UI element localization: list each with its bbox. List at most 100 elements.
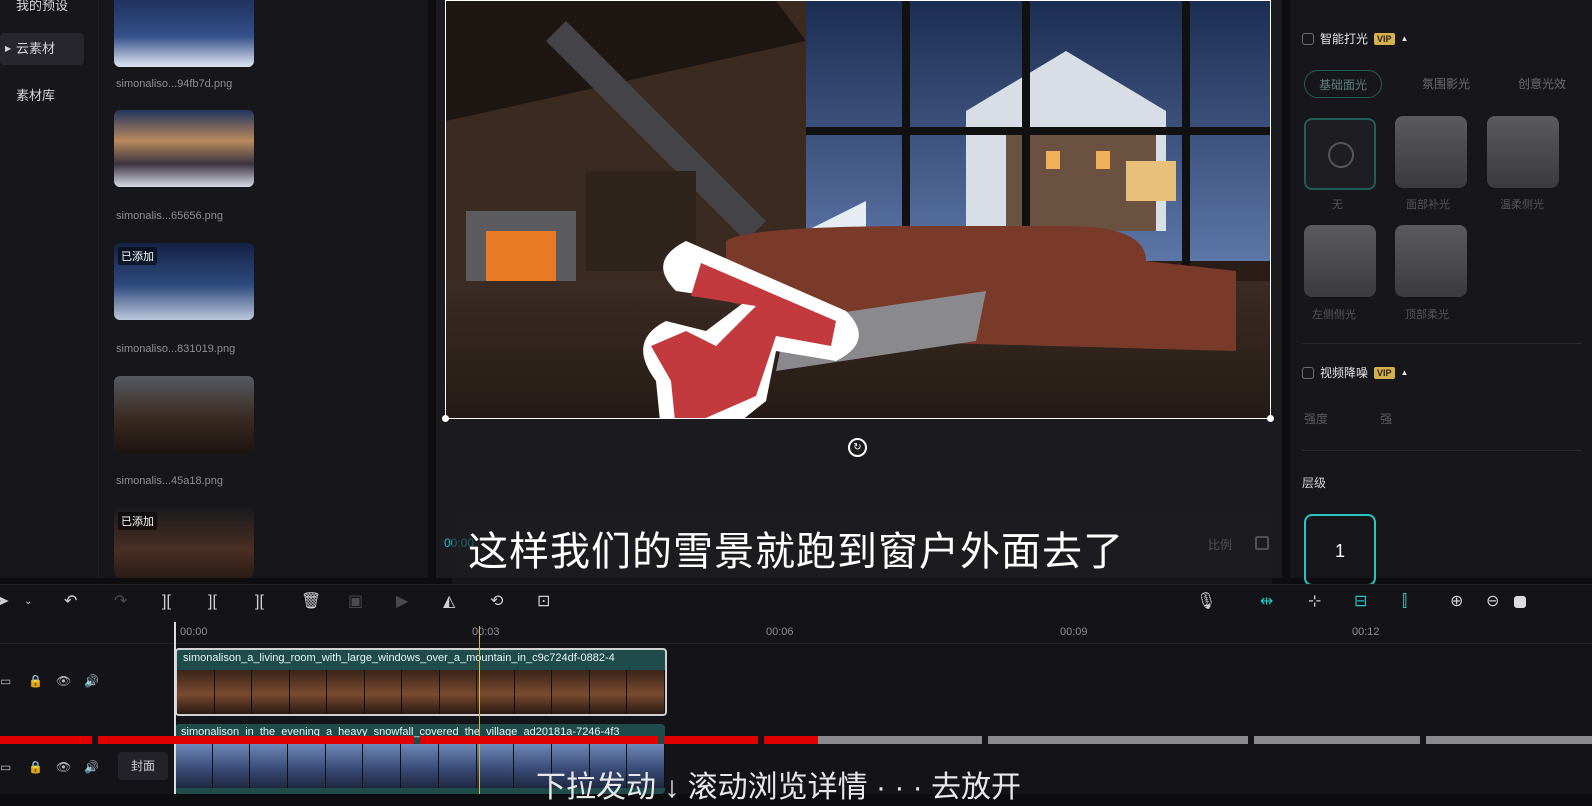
nav-my-presets[interactable]: 我的预设 [0, 0, 84, 22]
progress-segment [664, 736, 758, 744]
clip-living-room[interactable]: simonalison_a_living_room_with_large_win… [175, 648, 667, 716]
tick-3: 00:03 [472, 626, 500, 638]
left-nav: 我的预设 ▶ 云素材 素材库 [0, 0, 98, 578]
pill-ambient[interactable]: 氛围影光 [1408, 70, 1484, 98]
level-box[interactable]: 1 [1304, 514, 1376, 586]
strength-value[interactable]: 强 [1380, 410, 1392, 427]
asset-name-1: simonaliso...94fb7d.png [116, 78, 233, 90]
eye-icon[interactable]: 👁 [56, 760, 71, 774]
mirror-icon[interactable]: ◭ [443, 593, 455, 611]
level-title: 层级 [1302, 476, 1327, 490]
volume-icon[interactable]: 🔊 [84, 760, 99, 774]
denoise-checkbox[interactable] [1302, 366, 1314, 379]
smart-light-section[interactable]: 智能打光 VIP ▲ [1302, 30, 1408, 47]
pill-basic[interactable]: 基础面光 [1304, 70, 1383, 98]
asset-name-3: simonaliso...831019.png [116, 343, 236, 355]
smart-light-checkbox[interactable] [1302, 32, 1314, 45]
align-icon[interactable]: ⫿ [1402, 593, 1407, 611]
play-icon[interactable]: ▶ [396, 593, 408, 611]
resize-handle-bl[interactable] [442, 415, 449, 422]
nav-cloud-assets[interactable]: ▶ 云素材 [0, 33, 84, 65]
microphone-icon[interactable]: 🎙 [1196, 593, 1216, 611]
face-preset-2[interactable] [1487, 116, 1559, 188]
nav-asset-library[interactable]: 素材库 [0, 80, 84, 112]
vip-badge: VIP [1374, 366, 1395, 379]
caret-right-icon: ▶ [5, 44, 12, 53]
split-right-icon[interactable]: ][ [255, 593, 264, 611]
living-room-image [446, 1, 1270, 418]
time-ruler[interactable]: 00:00 00:03 00:06 00:09 00:12 [0, 620, 1592, 644]
crop-icon[interactable]: ⊡ [537, 593, 550, 611]
select-tool-icon[interactable]: ➤ [0, 593, 9, 611]
asset-thumb-2[interactable] [114, 110, 254, 187]
tick-0: 00:00 [180, 626, 208, 638]
freeze-icon[interactable]: ▣ [348, 593, 363, 611]
pill-creative[interactable]: 创意光效 [1504, 70, 1580, 98]
added-badge: 已添加 [118, 512, 157, 530]
snap-icon[interactable]: ⊹ [1308, 593, 1321, 611]
track-type-icon: ▭ [0, 760, 12, 774]
split-icon[interactable]: ][ [162, 593, 171, 611]
progress-segment [1254, 736, 1420, 744]
clip-label: simonalison_a_living_room_with_large_win… [183, 652, 615, 664]
asset-name-2: simonalis...65656.png [116, 210, 224, 222]
preview-zoom-icon[interactable]: ⊕ [1450, 593, 1463, 611]
face-preset-3[interactable] [1304, 225, 1376, 297]
eye-icon[interactable]: 👁 [56, 674, 71, 688]
face-label-2: 温柔侧光 [1500, 199, 1544, 211]
progress-segment [818, 736, 982, 744]
timeline-start-marker [174, 622, 176, 794]
split-left-icon[interactable]: ][ [208, 593, 217, 611]
clip-filmstrip [177, 670, 665, 714]
chevron-up-icon: ▲ [1400, 34, 1409, 43]
bottom-overlay-text: 下拉发动 ↓ 滚动浏览详情 · · · 去放开 [536, 771, 1021, 804]
asset-list: simonaliso...94fb7d.png simonalis...6565… [98, 0, 428, 578]
chevron-down-icon[interactable]: ⌄ [24, 593, 32, 611]
volume-icon[interactable]: 🔊 [84, 674, 99, 688]
asset-thumb-3[interactable]: 已添加 [114, 243, 254, 320]
tick-9: 00:09 [1060, 626, 1088, 638]
denoise-section[interactable]: 视频降噪 VIP ▲ [1302, 364, 1408, 381]
zoom-out-icon[interactable]: ⊖ [1486, 593, 1499, 611]
playhead[interactable] [479, 626, 480, 794]
tick-12: 00:12 [1352, 626, 1380, 638]
asset-thumb-4[interactable] [114, 376, 254, 453]
delete-icon[interactable]: 🗑 [301, 593, 321, 611]
progress-segment [420, 736, 658, 744]
undo-icon[interactable]: ↶ [64, 593, 77, 611]
right-panel: 智能打光 VIP ▲ 基础面光 氛围影光 创意光效 无 面部补光 温柔侧光 左侧侧光… [1290, 0, 1592, 578]
link-icon[interactable]: ⇹ [1260, 593, 1273, 611]
face-label-0: 无 [1332, 199, 1343, 211]
rotate-icon[interactable]: ↻ [848, 438, 867, 457]
tick-6: 00:06 [766, 626, 794, 638]
rotate-tool-icon[interactable]: ⟲ [490, 593, 503, 611]
resize-handle-br[interactable] [1267, 415, 1274, 422]
progress-segment [764, 736, 818, 744]
lock-icon[interactable]: 🔒 [28, 760, 43, 774]
progress-segment [988, 736, 1248, 744]
face-preset-4[interactable] [1395, 225, 1467, 297]
smart-light-title: 智能打光 [1320, 32, 1369, 46]
asset-thumb-5[interactable]: 已添加 [114, 508, 254, 578]
chain-icon[interactable]: ⊟ [1354, 593, 1367, 611]
none-icon [1328, 142, 1354, 168]
asset-name-4: simonalis...45a18.png [116, 475, 224, 487]
redo-icon[interactable]: ↷ [114, 593, 127, 611]
zoom-slider-thumb[interactable] [1514, 596, 1526, 608]
video-canvas[interactable] [445, 0, 1271, 419]
timeline-toolbar: ➤ ⌄ ↶ ↷ ][ ][ ][ 🗑 ▣ ▶ ◭ ⟲ ⊡ 🎙 ⇹ ⊹ ⊟ ⫿ ⊕… [0, 584, 1592, 620]
face-label-4: 顶部柔光 [1405, 309, 1449, 321]
lock-icon[interactable]: 🔒 [28, 674, 43, 688]
face-none[interactable] [1304, 118, 1376, 190]
face-label-1: 面部补光 [1406, 199, 1450, 211]
nav-cloud-label: 云素材 [16, 41, 56, 56]
strength-label: 强度 [1304, 412, 1329, 426]
progress-segment [1426, 736, 1592, 744]
progress-segment [0, 736, 92, 744]
cover-button[interactable]: 封面 [118, 752, 168, 780]
progress-segment [98, 736, 414, 744]
face-label-3: 左侧侧光 [1312, 309, 1356, 321]
denoise-title: 视频降噪 [1320, 366, 1369, 380]
face-preset-1[interactable] [1395, 116, 1467, 188]
asset-thumb-1[interactable] [114, 0, 254, 67]
